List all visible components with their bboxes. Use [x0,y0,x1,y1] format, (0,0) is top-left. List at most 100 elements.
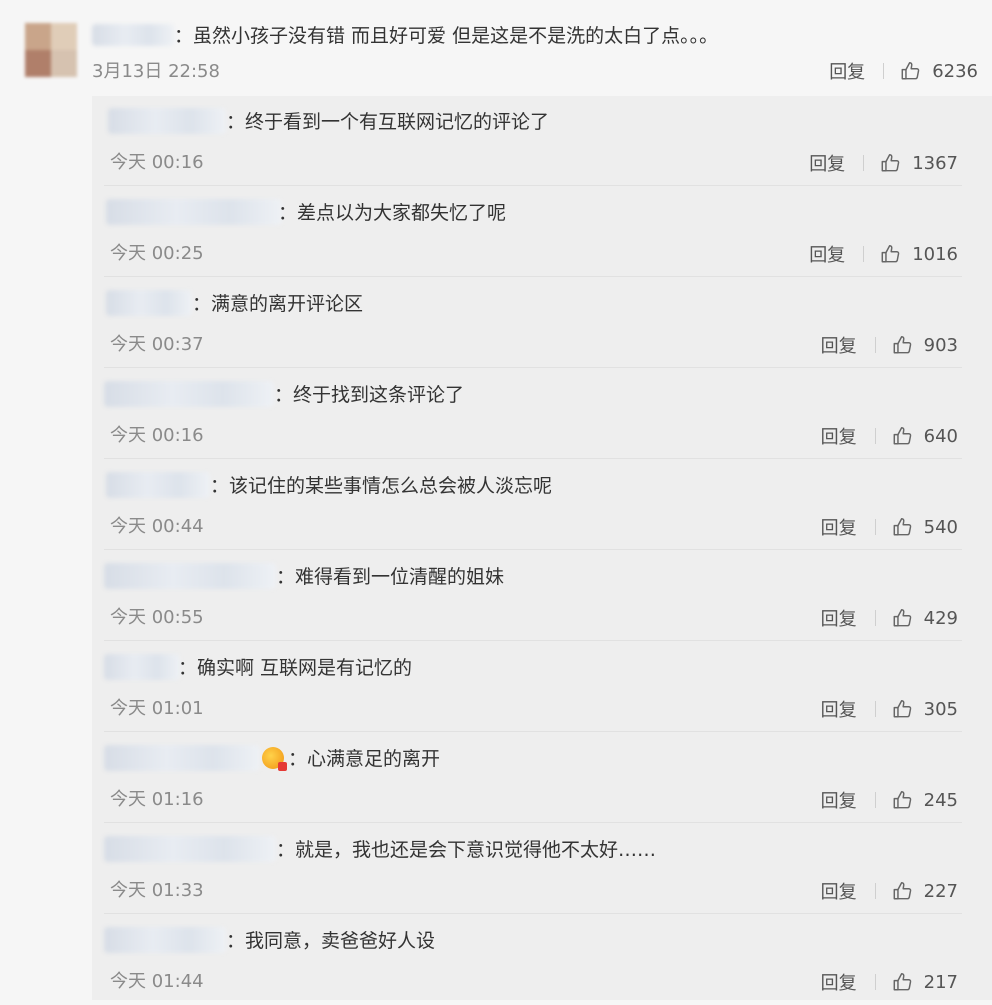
divider [874,519,876,535]
thumbs-up-icon [893,973,911,991]
thumbs-up-icon [893,700,911,718]
reply-text: ：我同意，卖爸爸好人设 [226,930,436,952]
reply-time: 今天 00:55 [110,607,204,628]
reply-item: ：该记住的某些事情怎么总会被人淡忘呢 今天 00:44 回复 540 [92,460,992,550]
reply-button[interactable]: 回复 [821,514,857,540]
reply-actions: 回复 245 [821,787,958,813]
reply-item: ：心满意足的离开 今天 01:16 回复 245 [92,733,992,823]
thumbs-up-icon [893,791,911,809]
comment-actions: 回复 6236 [829,58,978,84]
divider [874,883,876,899]
thumbs-up-icon [881,245,900,263]
reply-item: ：满意的离开评论区 今天 00:37 回复 903 [92,278,992,368]
comment-text: ：虽然小孩子没有错 而且好可爱 但是这是不是洗的太白了点。。。 [174,25,719,47]
like-count: 429 [923,607,958,629]
emoji-badge-icon [262,747,287,771]
thumbs-up-icon [893,882,911,900]
reply-actions: 回复 1016 [809,241,958,267]
reply-text: ：该记住的某些事情怎么总会被人淡忘呢 [210,475,553,497]
reply-text: ：就是，我也还是会下意识觉得他不太好…… [276,839,657,861]
reply-item: ：我同意，卖爸爸好人设 今天 01:44 回复 217 [92,915,992,1005]
thumbs-up-icon [893,427,911,445]
thumbs-up-icon [901,62,920,80]
like-count: 305 [923,698,958,720]
reply-item: ：确实啊 互联网是有记忆的 今天 01:01 回复 305 [92,642,992,732]
reply-actions: 回复 217 [821,969,958,995]
like-count: 217 [923,971,958,993]
divider [874,337,876,353]
like-button[interactable]: 640 [892,425,958,447]
like-button[interactable]: 903 [892,334,958,356]
like-count: 227 [923,880,958,902]
username-blurred[interactable] [104,836,276,862]
avatar[interactable] [25,23,77,77]
row-divider [104,913,962,914]
row-divider [104,185,962,186]
row-divider [104,822,962,823]
divider [874,610,876,626]
reply-text: ：确实啊 互联网是有记忆的 [178,657,413,679]
reply-button[interactable]: 回复 [809,150,845,176]
username-blurred[interactable] [92,24,174,46]
reply-button[interactable]: 回复 [821,605,857,631]
like-button[interactable]: 217 [892,971,958,993]
like-button[interactable]: 1367 [880,152,958,174]
reply-button[interactable]: 回复 [821,969,857,995]
reply-button[interactable]: 回复 [821,696,857,722]
username-blurred[interactable] [104,927,226,953]
reply-button[interactable]: 回复 [809,241,845,267]
username-blurred[interactable] [106,199,282,225]
thumbs-up-icon [893,609,911,627]
username-blurred[interactable] [104,654,180,680]
like-count: 245 [923,789,958,811]
divider [863,246,865,262]
username-blurred[interactable] [104,563,276,589]
like-button[interactable]: 540 [892,516,958,538]
reply-item: ：终于找到这条评论了 今天 00:16 回复 640 [92,369,992,459]
reply-time: 今天 00:25 [110,243,204,264]
like-button[interactable]: 245 [892,789,958,811]
like-button[interactable]: 6236 [900,60,978,82]
like-button[interactable]: 429 [892,607,958,629]
divider [863,155,865,171]
like-count: 640 [923,425,958,447]
like-count: 6236 [932,60,978,82]
username-blurred[interactable] [106,290,192,316]
comment-time: 3月13日 22:58 [92,61,220,82]
like-button[interactable]: 305 [892,698,958,720]
like-button[interactable]: 1016 [880,243,958,265]
like-button[interactable]: 227 [892,880,958,902]
reply-actions: 回复 640 [821,423,958,449]
reply-time: 今天 01:16 [110,789,204,810]
reply-button[interactable]: 回复 [821,787,857,813]
divider [874,701,876,717]
reply-text: ：终于找到这条评论了 [274,384,465,406]
like-count: 903 [923,334,958,356]
reply-button[interactable]: 回复 [821,332,857,358]
username-blurred[interactable] [108,108,226,134]
reply-button[interactable]: 回复 [821,878,857,904]
reply-item: ：差点以为大家都失忆了呢 今天 00:25 回复 1016 [92,187,992,277]
username-blurred[interactable] [106,472,210,498]
username-blurred[interactable] [104,381,274,407]
row-divider [104,549,962,550]
reply-actions: 回复 903 [821,332,958,358]
thumbs-up-icon [893,336,911,354]
divider [874,974,876,990]
reply-actions: 回复 429 [821,605,958,631]
row-divider [104,731,962,732]
thumbs-up-icon [893,518,911,536]
comment-thread: ：虽然小孩子没有错 而且好可爱 但是这是不是洗的太白了点。。。 3月13日 22… [0,0,992,1000]
reply-actions: 回复 540 [821,514,958,540]
reply-button[interactable]: 回复 [821,423,857,449]
username-blurred[interactable] [104,745,260,771]
like-count: 1367 [912,152,958,174]
reply-button[interactable]: 回复 [829,58,865,84]
reply-text: ：终于看到一个有互联网记忆的评论了 [226,111,550,133]
reply-time: 今天 01:01 [110,698,204,719]
reply-time: 今天 01:44 [110,971,204,992]
row-divider [104,276,962,277]
reply-text: ：难得看到一位清醒的姐妹 [276,566,505,588]
reply-time: 今天 00:16 [110,152,204,173]
reply-actions: 回复 1367 [809,150,958,176]
